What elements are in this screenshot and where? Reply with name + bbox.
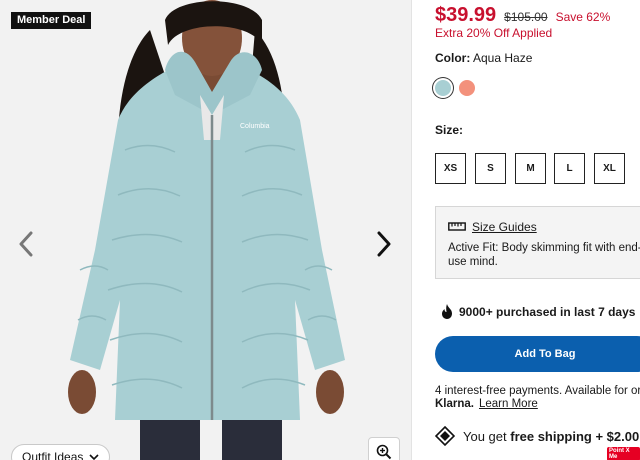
size-guide-box: Size Guides Active Fit: Body skimming fi… [435, 206, 640, 279]
fit-description: Active Fit: Body skimming fit with end-u… [448, 242, 640, 268]
klarna-row: Klarna. Learn More [435, 398, 538, 410]
original-price: $105.00 [504, 10, 548, 24]
outfit-ideas-button[interactable]: Outfit Ideas [11, 444, 111, 460]
ruler-icon [448, 222, 466, 231]
purchase-count-text: 9000+ purchased in last 7 days [459, 304, 636, 319]
size-label: Size: [435, 123, 464, 137]
zoom-in-icon [376, 444, 392, 460]
color-label-row: Color: Aqua Haze [435, 51, 532, 65]
klarna-text: 4 interest-free payments. Available for … [435, 385, 640, 397]
flame-icon [442, 304, 452, 319]
color-label: Color: [435, 51, 471, 65]
price-row: $39.99 $105.00 Save 62% [435, 4, 610, 27]
shipping-row: You get free shipping + $2.00 in [435, 426, 640, 446]
color-swatch-aqua-haze[interactable] [435, 80, 451, 96]
member-deal-badge: Member Deal [11, 12, 92, 29]
shipping-prefix: You get [463, 428, 511, 444]
color-swatch-coral[interactable] [459, 80, 475, 96]
shipping-badge-icon [435, 426, 455, 446]
chevron-left-icon [19, 231, 33, 257]
size-guides-label: Size Guides [472, 220, 537, 234]
next-image-button[interactable] [372, 228, 396, 260]
klarna-logo: Klarna. [435, 398, 474, 410]
size-option-xl[interactable]: XL [594, 153, 625, 184]
add-to-bag-button[interactable]: Add To Bag [435, 336, 640, 372]
size-option-s[interactable]: S [475, 153, 506, 184]
learn-more-link[interactable]: Learn More [479, 398, 538, 410]
brand-logo: Columbia [240, 123, 270, 130]
chevron-right-icon [377, 231, 391, 257]
pin-badge[interactable]: Point X Me [607, 447, 640, 460]
size-option-m[interactable]: M [515, 153, 546, 184]
shipping-bold: free shipping + $2.00 in [510, 428, 640, 444]
size-guides-link[interactable]: Size Guides [448, 220, 537, 234]
product-photo: Columbia [0, 0, 411, 460]
prev-image-button[interactable] [14, 228, 38, 260]
savings-text: Save 62% [555, 10, 611, 24]
outfit-ideas-label: Outfit Ideas [22, 450, 84, 460]
color-value: Aqua Haze [473, 51, 533, 65]
promo-text: Extra 20% Off Applied [435, 26, 553, 40]
chevron-down-icon [89, 454, 99, 460]
purchase-count-row: 9000+ purchased in last 7 days [441, 304, 635, 319]
sale-price: $39.99 [435, 4, 497, 26]
product-details: $39.99 $105.00 Save 62% Extra 20% Off Ap… [413, 0, 640, 460]
zoom-button[interactable] [368, 437, 400, 460]
size-option-l[interactable]: L [554, 153, 585, 184]
product-image-gallery: Columbia Member Deal Outfit Ideas [0, 0, 412, 460]
size-option-xs[interactable]: XS [435, 153, 466, 184]
shipping-text: You get free shipping + $2.00 in [463, 429, 640, 444]
